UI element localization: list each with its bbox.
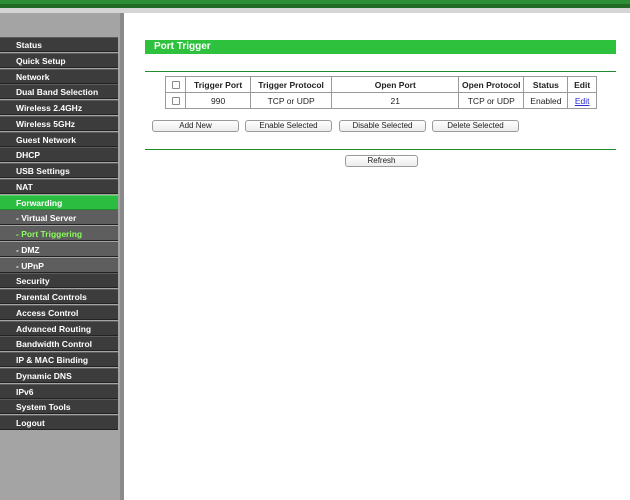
sidebar-item-access-control[interactable]: Access Control (0, 304, 118, 320)
sidebar-item-parental-controls[interactable]: Parental Controls (0, 289, 118, 304)
select-all-cell (164, 76, 187, 93)
table-header-row: Trigger Port Trigger Protocol Open Port … (164, 76, 597, 93)
sidebar: Status Quick Setup Network Dual Band Sel… (0, 13, 120, 500)
sidebar-item-status[interactable]: Status (0, 37, 118, 52)
sidebar-item-guest-network[interactable]: Guest Network (0, 131, 118, 147)
cell-edit: Edit (567, 92, 597, 109)
sidebar-item-usb-settings[interactable]: USB Settings (0, 163, 118, 178)
edit-link[interactable]: Edit (575, 96, 590, 106)
table-top-divider (145, 71, 616, 72)
cell-open-port: 21 (331, 92, 460, 109)
col-edit: Edit (567, 76, 597, 93)
router-admin-page: Status Quick Setup Network Dual Band Sel… (0, 0, 630, 500)
port-trigger-table: Trigger Port Trigger Protocol Open Port … (164, 76, 597, 109)
sidebar-item-ipv6[interactable]: IPv6 (0, 383, 118, 399)
sidebar-item-forwarding[interactable]: Forwarding (0, 194, 118, 210)
row-select-cell (164, 92, 187, 109)
sidebar-subitem-dmz[interactable]: - DMZ (0, 241, 118, 257)
sidebar-subitem-port-triggering[interactable]: - Port Triggering (0, 226, 118, 241)
delete-selected-button[interactable]: Delete Selected (432, 120, 519, 132)
sidebar-item-wireless-5ghz[interactable]: Wireless 5GHz (0, 115, 118, 131)
sidebar-subitem-upnp[interactable]: - UPnP (0, 257, 118, 273)
col-trigger-protocol: Trigger Protocol (249, 76, 333, 93)
sidebar-item-dual-band-selection[interactable]: Dual Band Selection (0, 84, 118, 100)
sidebar-subitem-virtual-server[interactable]: - Virtual Server (0, 210, 118, 226)
sidebar-item-ip-mac-binding[interactable]: IP & MAC Binding (0, 352, 118, 367)
page-title: Port Trigger (145, 40, 616, 54)
sidebar-item-dynamic-dns[interactable]: Dynamic DNS (0, 367, 118, 383)
col-status: Status (523, 76, 569, 93)
select-all-checkbox[interactable] (171, 81, 180, 90)
cell-trigger-port: 990 (185, 92, 251, 109)
sidebar-item-network[interactable]: Network (0, 68, 118, 84)
cell-status: Enabled (523, 92, 569, 109)
sidebar-item-dhcp[interactable]: DHCP (0, 147, 118, 163)
sidebar-item-nat[interactable]: NAT (0, 178, 118, 194)
table-bottom-divider (145, 149, 616, 150)
sidebar-menu: Status Quick Setup Network Dual Band Sel… (0, 37, 118, 431)
sidebar-item-system-tools[interactable]: System Tools (0, 399, 118, 415)
sidebar-item-logout[interactable]: Logout (0, 415, 118, 430)
disable-selected-button[interactable]: Disable Selected (339, 120, 426, 132)
sidebar-item-quick-setup[interactable]: Quick Setup (0, 52, 118, 68)
cell-open-protocol: TCP or UDP (458, 92, 525, 109)
col-trigger-port: Trigger Port (185, 76, 251, 93)
table-row: 990 TCP or UDP 21 TCP or UDP Enabled Edi… (164, 92, 597, 109)
enable-selected-button[interactable]: Enable Selected (245, 120, 332, 132)
refresh-button[interactable]: Refresh (345, 155, 418, 167)
col-open-protocol: Open Protocol (458, 76, 525, 93)
sidebar-item-bandwidth-control[interactable]: Bandwidth Control (0, 336, 118, 352)
sidebar-item-wireless-24ghz[interactable]: Wireless 2.4GHz (0, 100, 118, 115)
col-open-port: Open Port (331, 76, 460, 93)
add-new-button[interactable]: Add New (152, 120, 239, 132)
cell-trigger-protocol: TCP or UDP (249, 92, 333, 109)
row-checkbox[interactable] (171, 97, 180, 106)
sidebar-item-security[interactable]: Security (0, 273, 118, 289)
sidebar-item-advanced-routing[interactable]: Advanced Routing (0, 320, 118, 336)
main-content: Port Trigger Trigger Port Trigger Protoc… (124, 13, 630, 500)
